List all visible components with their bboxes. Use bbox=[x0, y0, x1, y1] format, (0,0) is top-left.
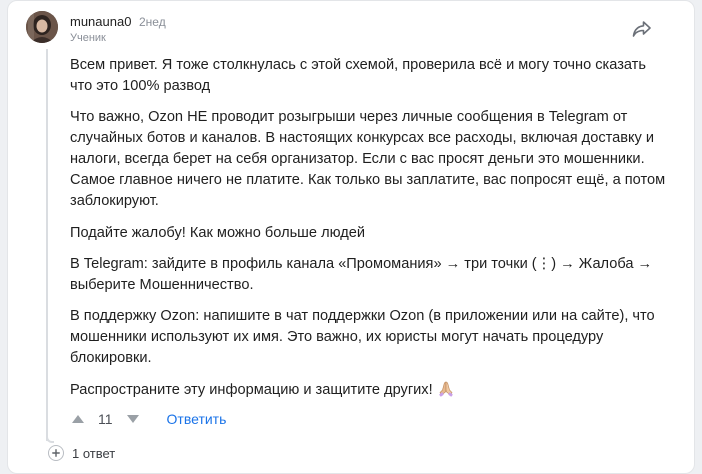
reply-button[interactable]: Ответить bbox=[167, 411, 227, 427]
folded-hands-icon bbox=[437, 379, 455, 397]
comment-body: Всем привет. Я тоже столкнулась с этой с… bbox=[70, 55, 670, 411]
upvote-icon[interactable] bbox=[70, 411, 86, 427]
comment-last-paragraph: Распространите эту информацию и защитите… bbox=[70, 379, 670, 401]
comment-paragraph: Всем привет. Я тоже столкнулась с этой с… bbox=[70, 57, 646, 94]
vote-score: 11 bbox=[98, 411, 113, 427]
comment-paragraph: Подайте жалобу! Как можно больше людей bbox=[70, 225, 365, 241]
timestamp: 2нед bbox=[139, 15, 166, 29]
show-replies-button[interactable]: 1 ответ bbox=[48, 444, 115, 462]
avatar[interactable] bbox=[26, 11, 58, 43]
share-icon[interactable] bbox=[630, 17, 654, 41]
author-name[interactable]: munauna0 bbox=[70, 14, 131, 29]
replies-count: 1 ответ bbox=[72, 445, 116, 461]
thread-line bbox=[46, 49, 48, 441]
author-role: Ученик bbox=[70, 32, 106, 44]
downvote-icon[interactable] bbox=[125, 411, 141, 427]
comment-paragraph: В поддержку Ozon: напишите в чат поддерж… bbox=[70, 308, 655, 366]
thread-elbow bbox=[46, 433, 54, 443]
comment-actions: 11 Ответить bbox=[70, 409, 226, 429]
comment-paragraph: В Telegram: зайдите в профиль канала «Пр… bbox=[70, 256, 653, 293]
comment-paragraph: Что важно, Ozon НЕ проводит розыгрыши че… bbox=[70, 109, 666, 209]
plus-icon bbox=[48, 445, 64, 461]
comment-paragraph: Распространите эту информацию и защитите… bbox=[70, 382, 433, 398]
comment-card: munauna0 2нед Ученик Всем привет. Я тоже… bbox=[7, 0, 695, 474]
